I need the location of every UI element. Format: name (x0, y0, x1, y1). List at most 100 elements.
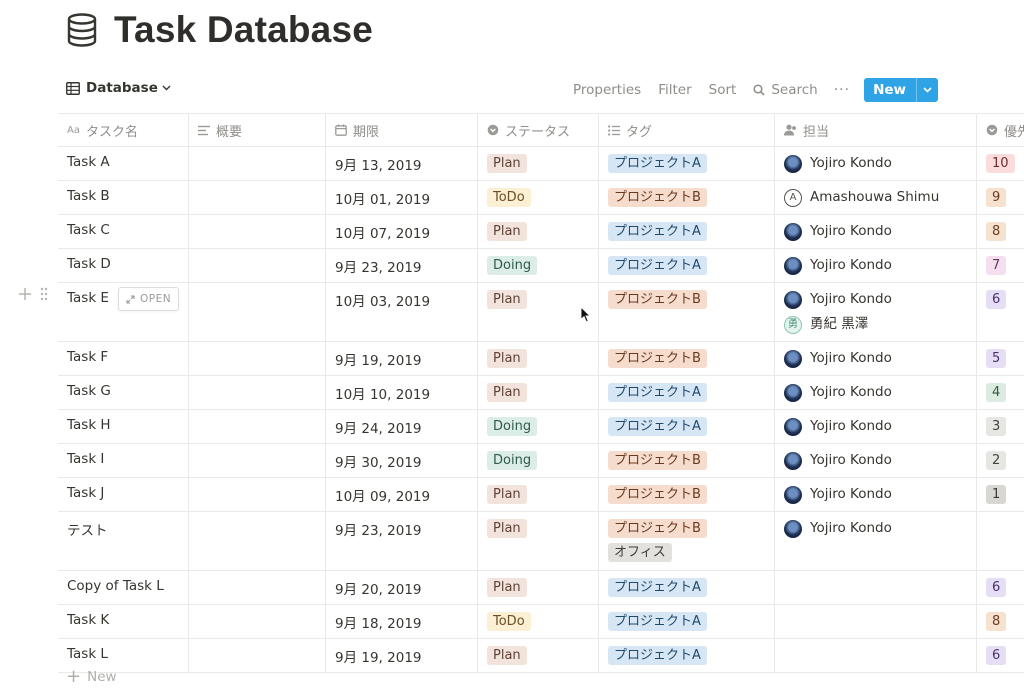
table-row[interactable]: Task G 10月 10, 2019 Plan プロジェクトA Yojiro Kond… (58, 376, 1024, 410)
table-row[interactable]: Task L 9月 19, 2019 Plan プロジェクトA 6 (58, 639, 1024, 673)
cell-status[interactable]: Plan (478, 215, 599, 248)
cell-assignee[interactable]: Yojiro Kondo (775, 410, 977, 443)
cell-task-name[interactable]: テスト (58, 512, 189, 570)
column-header-status[interactable]: ステータス (478, 114, 599, 146)
cell-assignee[interactable]: Yojiro Kondo (775, 147, 977, 180)
column-header-summary[interactable]: 概要 (189, 114, 326, 146)
cell-summary[interactable] (189, 444, 326, 477)
cell-assignee[interactable]: Yojiro Kondo (775, 512, 977, 570)
cell-summary[interactable] (189, 249, 326, 282)
cell-status[interactable]: Plan (478, 478, 599, 511)
cell-priority[interactable]: 8 (977, 215, 1024, 248)
cell-priority[interactable]: 7 (977, 249, 1024, 282)
cell-tag[interactable]: プロジェクトB (599, 444, 775, 477)
cell-due-date[interactable]: 9月 23, 2019 (326, 512, 478, 570)
cell-due-date[interactable]: 10月 07, 2019 (326, 215, 478, 248)
cell-due-date[interactable]: 10月 09, 2019 (326, 478, 478, 511)
table-row[interactable]: Task B 10月 01, 2019 ToDo プロジェクトB A Amashouwa … (58, 181, 1024, 215)
cell-due-date[interactable]: 9月 30, 2019 (326, 444, 478, 477)
cell-assignee[interactable] (775, 639, 977, 672)
cell-task-name[interactable]: Task E OPEN (58, 283, 189, 341)
cell-tag[interactable]: プロジェクトA (599, 571, 775, 604)
cell-priority[interactable]: 6 (977, 571, 1024, 604)
cell-summary[interactable] (189, 342, 326, 375)
cell-due-date[interactable]: 9月 20, 2019 (326, 571, 478, 604)
cell-tag[interactable]: プロジェクトA (599, 605, 775, 638)
cell-tag[interactable]: プロジェクトB (599, 283, 775, 341)
filter-button[interactable]: Filter (658, 82, 691, 98)
cell-summary[interactable] (189, 512, 326, 570)
cell-task-name[interactable]: Task A (58, 147, 189, 180)
cell-priority[interactable]: 5 (977, 342, 1024, 375)
cell-status[interactable]: Plan (478, 376, 599, 409)
table-row[interactable]: Task H 9月 24, 2019 Doing プロジェクトA Yojiro Kond… (58, 410, 1024, 444)
view-switcher[interactable]: Database (66, 80, 171, 96)
cell-status[interactable]: ToDo (478, 605, 599, 638)
cell-assignee[interactable]: Yojiro Kondo (775, 249, 977, 282)
add-row-icon[interactable] (18, 287, 32, 301)
cell-task-name[interactable]: Task H (58, 410, 189, 443)
table-row[interactable]: Task I 9月 30, 2019 Doing プロジェクトB Yojiro Kond… (58, 444, 1024, 478)
cell-status[interactable]: Doing (478, 444, 599, 477)
cell-summary[interactable] (189, 410, 326, 443)
cell-assignee[interactable]: Yojiro Kondo (775, 444, 977, 477)
cell-priority[interactable]: 8 (977, 605, 1024, 638)
table-row[interactable]: Task F 9月 19, 2019 Plan プロジェクトB Yojiro Kondo… (58, 342, 1024, 376)
more-options-button[interactable]: ··· (834, 82, 850, 98)
cell-priority[interactable]: 2 (977, 444, 1024, 477)
cell-tag[interactable]: プロジェクトB オフィス (599, 512, 775, 570)
cell-priority[interactable]: 6 (977, 639, 1024, 672)
cell-status[interactable]: Plan (478, 571, 599, 604)
search-button[interactable]: Search (753, 82, 818, 98)
table-row[interactable]: Task D 9月 23, 2019 Doing プロジェクトA Yojiro Kond… (58, 249, 1024, 283)
cell-task-name[interactable]: Task D (58, 249, 189, 282)
column-header-due[interactable]: 期限 (326, 114, 478, 146)
column-header-name[interactable]: Aa タスク名 (58, 114, 189, 146)
cell-assignee[interactable]: Yojiro Kondo (775, 215, 977, 248)
new-options-button[interactable] (916, 78, 938, 102)
cell-task-name[interactable]: Task I (58, 444, 189, 477)
cell-summary[interactable] (189, 283, 326, 341)
cell-task-name[interactable]: Task F (58, 342, 189, 375)
cell-assignee[interactable] (775, 571, 977, 604)
cell-priority[interactable]: 1 (977, 478, 1024, 511)
cell-due-date[interactable]: 9月 13, 2019 (326, 147, 478, 180)
cell-summary[interactable] (189, 639, 326, 672)
table-row[interactable]: Copy of Task L 9月 20, 2019 Plan プロジェクトA 6 (58, 571, 1024, 605)
cell-summary[interactable] (189, 376, 326, 409)
add-new-row-button[interactable]: + New (66, 668, 117, 686)
cell-status[interactable]: Plan (478, 147, 599, 180)
sort-button[interactable]: Sort (709, 82, 737, 98)
cell-task-name[interactable]: Task G (58, 376, 189, 409)
cell-assignee[interactable]: Yojiro Kondo 勇勇紀 黒澤 (775, 283, 977, 341)
cell-tag[interactable]: プロジェクトA (599, 147, 775, 180)
cell-tag[interactable]: プロジェクトA (599, 249, 775, 282)
cell-assignee[interactable]: A Amashouwa Shimu (775, 181, 977, 214)
table-row[interactable]: Task A 9月 13, 2019 Plan プロジェクトA Yojiro Kondo… (58, 147, 1024, 181)
table-row[interactable]: Task C 10月 07, 2019 Plan プロジェクトA Yojiro Kond… (58, 215, 1024, 249)
cell-status[interactable]: Plan (478, 342, 599, 375)
cell-assignee[interactable]: Yojiro Kondo (775, 478, 977, 511)
cell-assignee[interactable]: Yojiro Kondo (775, 376, 977, 409)
cell-due-date[interactable]: 9月 24, 2019 (326, 410, 478, 443)
cell-priority[interactable]: 6 (977, 283, 1024, 341)
cell-task-name[interactable]: Task B (58, 181, 189, 214)
new-button[interactable]: New (864, 78, 916, 102)
cell-status[interactable]: Doing (478, 249, 599, 282)
cell-due-date[interactable]: 9月 19, 2019 (326, 342, 478, 375)
cell-tag[interactable]: プロジェクトB (599, 478, 775, 511)
cell-summary[interactable] (189, 215, 326, 248)
column-header-tag[interactable]: タグ (599, 114, 775, 146)
column-header-priority[interactable]: 優先 (977, 114, 1024, 146)
cell-tag[interactable]: プロジェクトA (599, 639, 775, 672)
cell-status[interactable]: Plan (478, 512, 599, 570)
cell-priority[interactable]: 10 (977, 147, 1024, 180)
cell-priority[interactable]: 3 (977, 410, 1024, 443)
cell-due-date[interactable]: 10月 03, 2019 (326, 283, 478, 341)
cell-task-name[interactable]: Copy of Task L (58, 571, 189, 604)
column-header-assignee[interactable]: 担当 (775, 114, 977, 146)
cell-due-date[interactable]: 9月 18, 2019 (326, 605, 478, 638)
table-row[interactable]: テスト 9月 23, 2019 Plan プロジェクトB オフィス Yojiro Kond… (58, 512, 1024, 571)
cell-priority[interactable] (977, 512, 1024, 570)
cell-tag[interactable]: プロジェクトB (599, 181, 775, 214)
